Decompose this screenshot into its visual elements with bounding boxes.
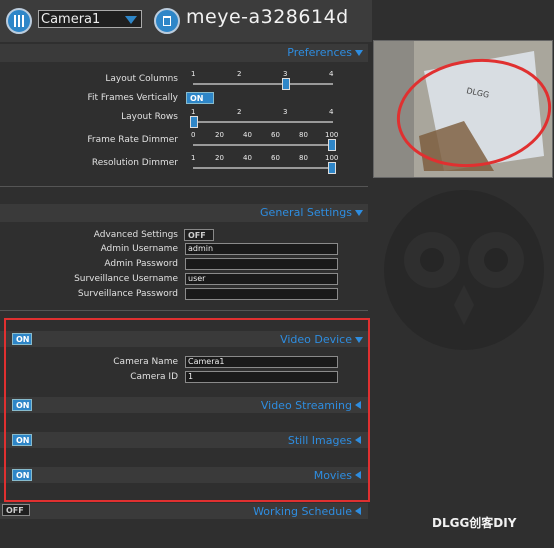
tick-label: 100	[325, 154, 339, 162]
trash-icon	[163, 16, 171, 26]
slider-thumb[interactable]	[282, 78, 290, 90]
tick-label: 60	[271, 131, 280, 139]
fit-frames-toggle[interactable]: ON	[186, 92, 214, 104]
frame-rate-dimmer-slider[interactable]: 0 20 40 60 80 100	[191, 131, 338, 151]
watermark-text: DLGG创客DIY	[432, 516, 517, 530]
surveillance-password-field[interactable]	[185, 288, 338, 300]
surveillance-username-field[interactable]: user	[185, 273, 338, 285]
delete-camera-button[interactable]	[154, 8, 180, 34]
tick-label: 2	[237, 70, 242, 78]
chevron-down-icon	[125, 16, 137, 24]
tick-label: 4	[329, 70, 334, 78]
layout-columns-label: Layout Columns	[105, 74, 178, 84]
tick-label: 60	[271, 154, 280, 162]
tick-label: 40	[243, 154, 252, 162]
advanced-settings-toggle[interactable]: OFF	[184, 229, 214, 241]
camera-title: meye-a328614d	[186, 6, 349, 28]
preferences-header-label: Preferences	[287, 46, 352, 59]
tick-label: 40	[243, 131, 252, 139]
slider-thumb[interactable]	[328, 162, 336, 174]
tick-label: 0	[191, 131, 196, 139]
tick-label: 2	[237, 108, 242, 116]
tick-label: 1	[191, 154, 196, 162]
fit-frames-label: Fit Frames Vertically	[87, 93, 178, 103]
tick-label: 20	[215, 154, 224, 162]
layout-columns-slider[interactable]: 1 2 3 4	[191, 70, 333, 90]
tick-label: 1	[191, 108, 196, 116]
general-settings-header-label: General Settings	[260, 206, 352, 219]
working-schedule-header[interactable]: OFF Working Schedule	[0, 503, 368, 519]
camera-preview[interactable]: DLGG	[373, 40, 553, 178]
tick-label: 20	[215, 131, 224, 139]
camera-select[interactable]: Camera1	[38, 10, 142, 28]
owl-logo-icon	[384, 190, 544, 350]
divider	[0, 310, 368, 311]
tick-label: 80	[299, 154, 308, 162]
tick-label: 80	[299, 131, 308, 139]
frame-rate-dimmer-label: Frame Rate Dimmer	[87, 135, 178, 145]
admin-password-label: Admin Password	[104, 259, 178, 269]
admin-username-field[interactable]: admin	[185, 243, 338, 255]
tick-label: 1	[191, 70, 196, 78]
camera-select-value: Camera1	[41, 12, 101, 27]
resolution-dimmer-slider[interactable]: 1 20 40 60 80 100	[191, 154, 338, 174]
surveillance-password-label: Surveillance Password	[77, 289, 178, 299]
general-settings-header[interactable]: General Settings	[0, 204, 368, 222]
tick-label: 100	[325, 131, 339, 139]
preferences-header[interactable]: Preferences	[0, 44, 368, 62]
chevron-down-icon	[355, 210, 363, 216]
tick-label: 4	[329, 108, 334, 116]
menu-button[interactable]	[6, 8, 32, 34]
tick-label: 3	[283, 108, 288, 116]
working-schedule-toggle[interactable]: OFF	[2, 504, 30, 516]
layout-rows-label: Layout Rows	[121, 112, 178, 122]
highlight-box	[4, 318, 370, 502]
layout-rows-slider[interactable]: 1 2 3 4	[190, 108, 333, 128]
admin-username-label: Admin Username	[100, 244, 178, 254]
resolution-dimmer-label: Resolution Dimmer	[91, 158, 178, 168]
working-schedule-header-label: Working Schedule	[253, 505, 352, 518]
chevron-left-icon	[355, 507, 361, 515]
camera-frame-image: DLGG	[374, 41, 552, 177]
chevron-down-icon	[355, 50, 363, 56]
advanced-settings-label: Advanced Settings	[93, 230, 178, 240]
admin-password-field[interactable]	[185, 258, 338, 270]
slider-thumb[interactable]	[190, 116, 198, 128]
top-bar: Camera1 meye-a328614d	[0, 0, 372, 42]
divider	[0, 186, 368, 187]
surveillance-username-label: Surveillance Username	[74, 274, 178, 284]
tick-label: 3	[283, 70, 288, 78]
slider-thumb[interactable]	[328, 139, 336, 151]
